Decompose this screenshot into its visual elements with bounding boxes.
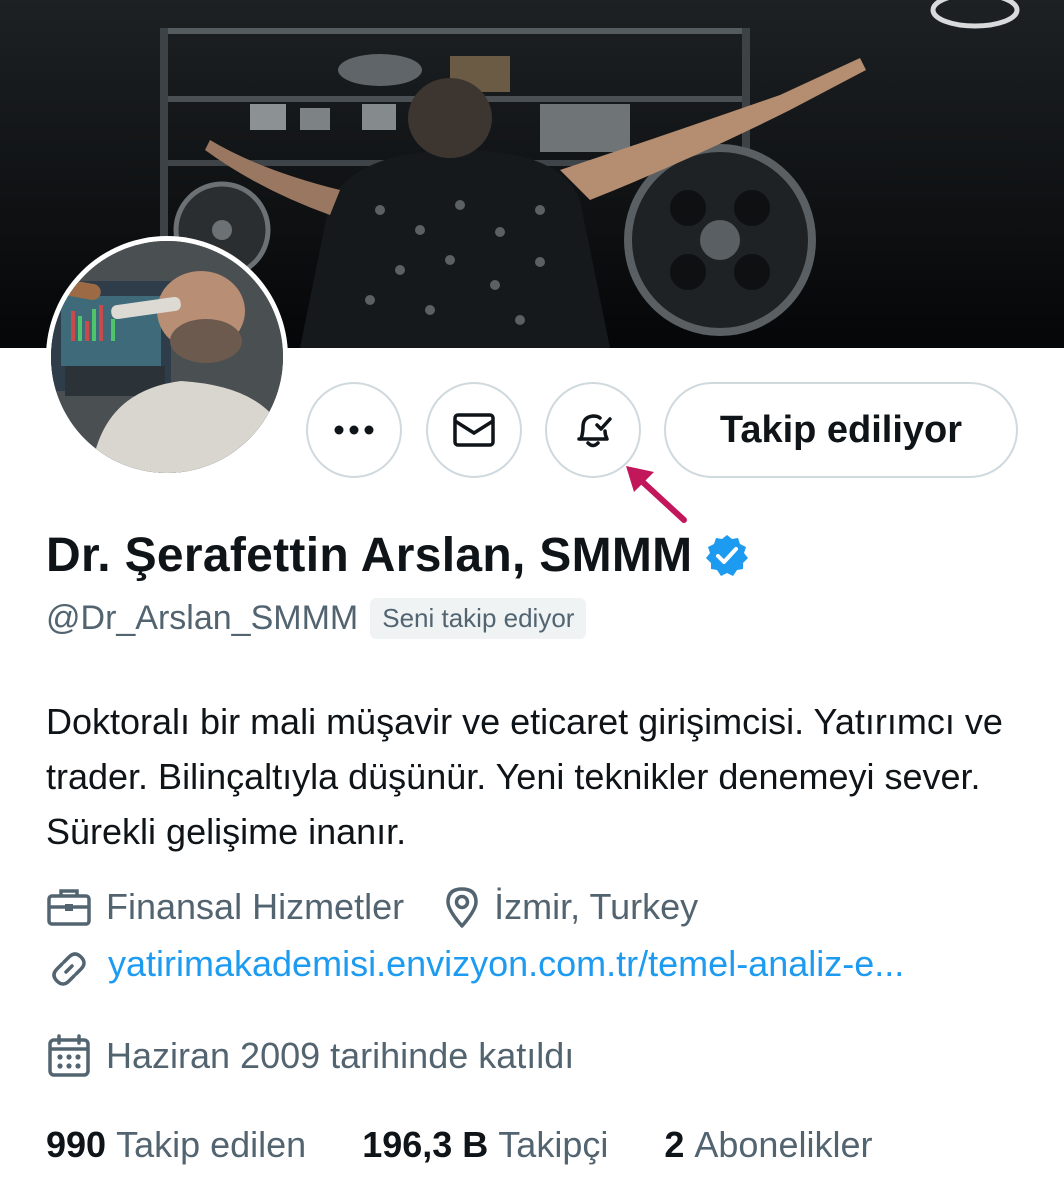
avatar-image bbox=[51, 241, 283, 473]
message-button[interactable] bbox=[426, 382, 522, 478]
profile-meta-row: Finansal Hizmetler İzmir, Turkey bbox=[46, 886, 698, 928]
profile-joined-row: Haziran 2009 tarihinde katıldı bbox=[46, 1034, 574, 1078]
followers-stat[interactable]: 196,3 B Takipçi bbox=[362, 1124, 608, 1166]
calendar-icon bbox=[48, 1034, 90, 1077]
following-label: Takip edilen bbox=[116, 1124, 307, 1165]
profile-joined-date: Haziran 2009 tarihinde katıldı bbox=[106, 1035, 575, 1076]
display-name: Dr. Şerafettin Arslan, SMMM bbox=[46, 529, 693, 582]
profile-bio: Doktoralı bir mali müşavir ve eticaret g… bbox=[46, 701, 1003, 852]
subscriptions-label: Abonelikler bbox=[694, 1124, 873, 1165]
more-dots-icon bbox=[334, 425, 374, 435]
username-handle: @Dr_Arslan_SMMM bbox=[46, 599, 359, 637]
profile-location: İzmir, Turkey bbox=[494, 886, 699, 927]
more-options-button[interactable] bbox=[306, 382, 402, 478]
briefcase-icon bbox=[47, 889, 91, 926]
following-count: 990 bbox=[46, 1124, 107, 1165]
profile-stats: 990 Takip edilen 196,3 B Takipçi 2 Abone… bbox=[46, 1124, 928, 1166]
envelope-icon bbox=[453, 413, 495, 447]
annotation-arrow-icon bbox=[626, 466, 687, 523]
location-pin-icon bbox=[446, 887, 478, 928]
followers-label: Takipçi bbox=[498, 1124, 609, 1165]
avatar[interactable] bbox=[46, 236, 288, 478]
verified-badge-icon[interactable] bbox=[704, 533, 750, 579]
profile-website[interactable]: yatirimakademisi.envizyon.com.tr/temel-a… bbox=[46, 940, 946, 988]
subscriptions-stat[interactable]: 2 Abonelikler bbox=[664, 1124, 872, 1166]
follows-you-badge: Seni takip ediyor bbox=[370, 598, 587, 639]
profile-website-link[interactable]: yatirimakademisi.envizyon.com.tr/temel-a… bbox=[46, 940, 946, 988]
following-button[interactable]: Takip ediliyor bbox=[664, 382, 1018, 478]
subscriptions-count: 2 bbox=[664, 1124, 685, 1165]
handle-row: @Dr_Arslan_SMMM Seni takip ediyor bbox=[46, 598, 587, 639]
followers-count: 196,3 B bbox=[362, 1124, 489, 1165]
name-row: Dr. Şerafettin Arslan, SMMM bbox=[46, 528, 750, 583]
following-stat[interactable]: 990 Takip edilen bbox=[46, 1124, 306, 1166]
bell-subscribed-icon bbox=[577, 414, 612, 448]
profile-category: Finansal Hizmetler bbox=[106, 886, 405, 927]
